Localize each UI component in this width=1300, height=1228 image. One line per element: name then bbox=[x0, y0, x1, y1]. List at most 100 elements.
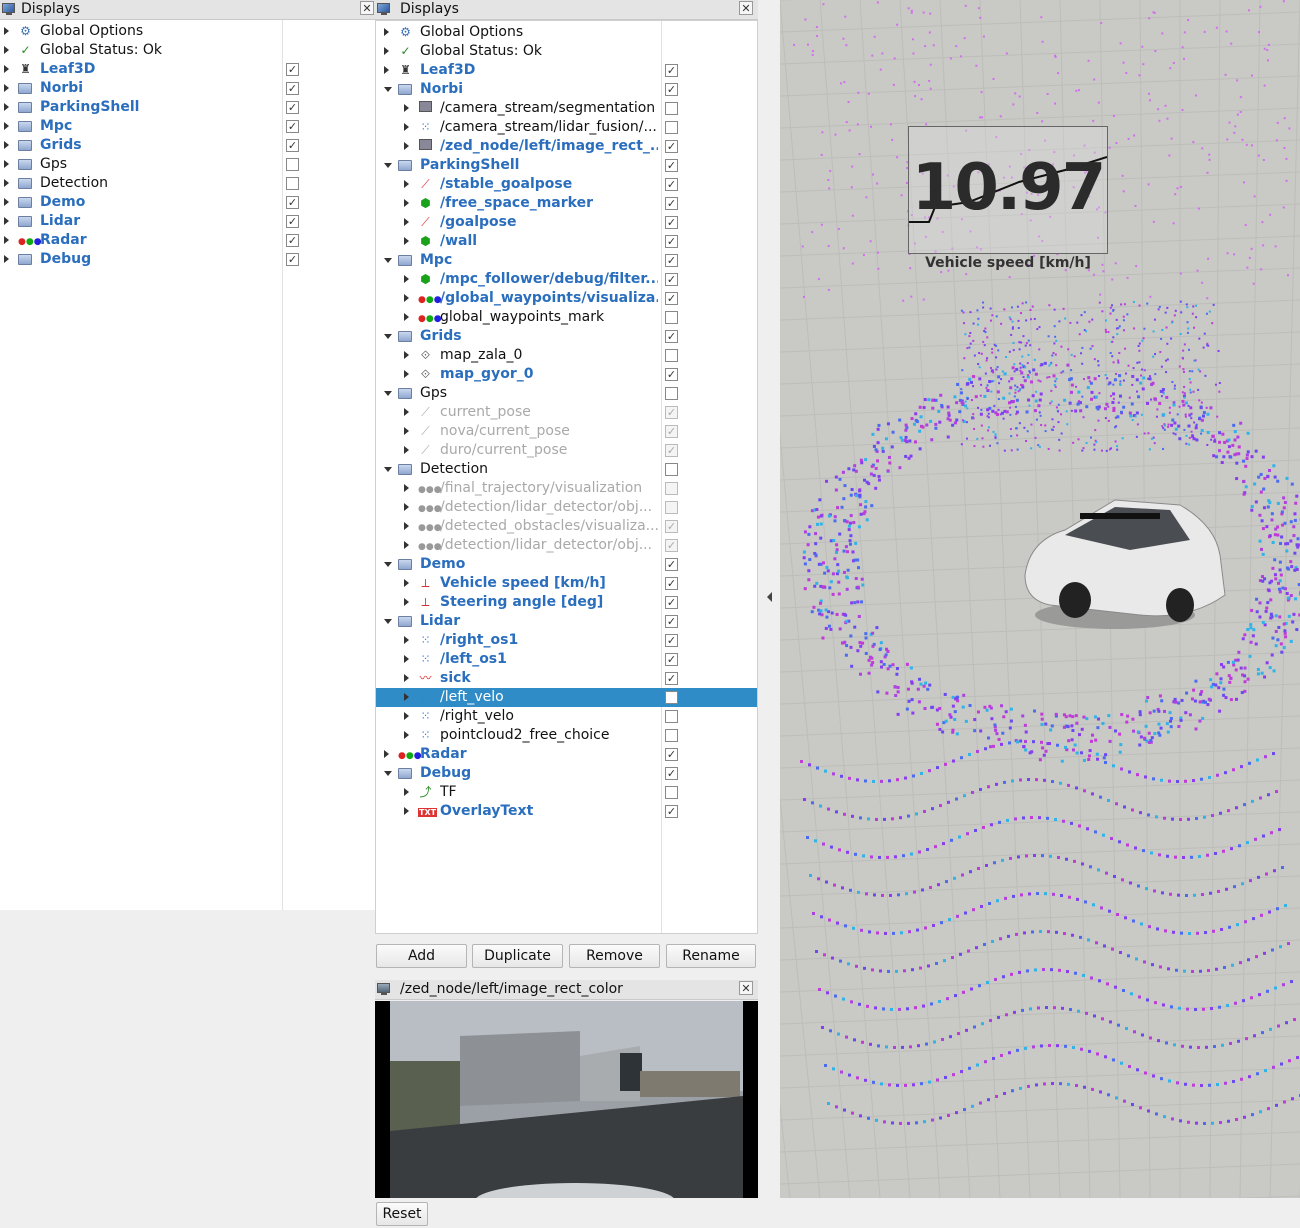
enable-checkbox[interactable] bbox=[665, 786, 678, 799]
enable-checkbox[interactable] bbox=[665, 387, 678, 400]
tree-row[interactable]: Detection bbox=[0, 174, 375, 193]
enable-checkbox[interactable] bbox=[286, 177, 299, 190]
expand-right-icon[interactable] bbox=[404, 370, 409, 378]
enable-checkbox[interactable]: ✓ bbox=[665, 292, 678, 305]
enable-checkbox[interactable] bbox=[665, 710, 678, 723]
enable-checkbox[interactable]: ✓ bbox=[286, 120, 299, 133]
tree-row[interactable]: ●●●/global_waypoints/visualiza... ✓ bbox=[376, 289, 757, 308]
expand-right-icon[interactable] bbox=[404, 351, 409, 359]
enable-checkbox[interactable]: ✓ bbox=[665, 159, 678, 172]
tree-row[interactable]: ⬢ /wall ✓ bbox=[376, 232, 757, 251]
expand-right-icon[interactable] bbox=[384, 750, 389, 758]
enable-checkbox[interactable] bbox=[665, 311, 678, 324]
enable-checkbox[interactable]: ✓ bbox=[665, 539, 678, 552]
tree-row[interactable]: ⟋ current_pose ✓ bbox=[376, 403, 757, 422]
enable-checkbox[interactable] bbox=[665, 482, 678, 495]
enable-checkbox[interactable]: ✓ bbox=[665, 520, 678, 533]
splitter-handle[interactable] bbox=[758, 0, 780, 1198]
enable-checkbox[interactable] bbox=[286, 158, 299, 171]
expand-right-icon[interactable] bbox=[404, 579, 409, 587]
close-icon[interactable]: ✕ bbox=[360, 1, 374, 15]
tree-row[interactable]: ●●●/detection/lidar_detector/obj... ✓ bbox=[376, 536, 757, 555]
tree-row[interactable]: ⟋ /stable_goalpose ✓ bbox=[376, 175, 757, 194]
tree-row[interactable]: ⁙ /left_velo bbox=[376, 688, 757, 707]
tree-row[interactable]: ParkingShell ✓ bbox=[0, 98, 375, 117]
expand-right-icon[interactable] bbox=[4, 46, 9, 54]
enable-checkbox[interactable]: ✓ bbox=[286, 82, 299, 95]
expand-down-icon[interactable] bbox=[384, 562, 392, 567]
enable-checkbox[interactable]: ✓ bbox=[665, 805, 678, 818]
rename-button[interactable]: Rename bbox=[666, 944, 756, 968]
expand-right-icon[interactable] bbox=[404, 693, 409, 701]
tree-row[interactable]: /camera_stream/segmentation bbox=[376, 99, 757, 118]
enable-checkbox[interactable]: ✓ bbox=[665, 558, 678, 571]
collapse-arrow-icon[interactable] bbox=[767, 592, 772, 602]
expand-right-icon[interactable] bbox=[4, 122, 9, 130]
enable-checkbox[interactable]: ✓ bbox=[665, 444, 678, 457]
enable-checkbox[interactable]: ✓ bbox=[286, 253, 299, 266]
enable-checkbox[interactable]: ✓ bbox=[665, 330, 678, 343]
expand-right-icon[interactable] bbox=[4, 65, 9, 73]
enable-checkbox[interactable]: ✓ bbox=[286, 139, 299, 152]
tree-row[interactable]: ✓ Global Status: Ok bbox=[0, 41, 375, 60]
expand-right-icon[interactable] bbox=[404, 218, 409, 226]
tree-row[interactable]: ⁙ pointcloud2_free_choice bbox=[376, 726, 757, 745]
expand-down-icon[interactable] bbox=[384, 258, 392, 263]
tree-row[interactable]: ●●●/detection/lidar_detector/obj... bbox=[376, 498, 757, 517]
expand-right-icon[interactable] bbox=[404, 123, 409, 131]
expand-right-icon[interactable] bbox=[4, 255, 9, 263]
enable-checkbox[interactable] bbox=[665, 121, 678, 134]
expand-down-icon[interactable] bbox=[384, 163, 392, 168]
enable-checkbox[interactable]: ✓ bbox=[665, 748, 678, 761]
tree-row[interactable]: ⟐ map_zala_0 bbox=[376, 346, 757, 365]
close-icon[interactable]: ✕ bbox=[739, 981, 753, 995]
expand-right-icon[interactable] bbox=[4, 103, 9, 111]
tree-row[interactable]: ♜ Leaf3D ✓ bbox=[0, 60, 375, 79]
tree-row[interactable]: Mpc ✓ bbox=[376, 251, 757, 270]
enable-checkbox[interactable]: ✓ bbox=[665, 596, 678, 609]
tree-row[interactable]: ♜ Leaf3D ✓ bbox=[376, 61, 757, 80]
expand-right-icon[interactable] bbox=[4, 236, 9, 244]
tree-row[interactable]: ✓ Global Status: Ok bbox=[376, 42, 757, 61]
tree-row[interactable]: Gps bbox=[376, 384, 757, 403]
enable-checkbox[interactable] bbox=[665, 463, 678, 476]
enable-checkbox[interactable]: ✓ bbox=[665, 653, 678, 666]
enable-checkbox[interactable] bbox=[665, 349, 678, 362]
expand-right-icon[interactable] bbox=[404, 674, 409, 682]
tree-row[interactable]: Demo ✓ bbox=[0, 193, 375, 212]
expand-right-icon[interactable] bbox=[384, 47, 389, 55]
enable-checkbox[interactable]: ✓ bbox=[665, 64, 678, 77]
tree-row[interactable]: ⁙ /left_os1 ✓ bbox=[376, 650, 757, 669]
enable-checkbox[interactable]: ✓ bbox=[665, 254, 678, 267]
tree-row[interactable]: ●●● Radar ✓ bbox=[0, 231, 375, 250]
tree-row[interactable]: ⁙ /right_os1 ✓ bbox=[376, 631, 757, 650]
expand-right-icon[interactable] bbox=[404, 446, 409, 454]
tree-row[interactable]: ●●● Radar ✓ bbox=[376, 745, 757, 764]
tree-row[interactable]: ●●●/detected_obstacles/visualiza... ✓ bbox=[376, 517, 757, 536]
tree-row[interactable]: Norbi ✓ bbox=[376, 80, 757, 99]
expand-right-icon[interactable] bbox=[4, 217, 9, 225]
tree-row[interactable]: /zed_node/left/image_rect_... ✓ bbox=[376, 137, 757, 156]
enable-checkbox[interactable] bbox=[665, 729, 678, 742]
expand-right-icon[interactable] bbox=[404, 712, 409, 720]
expand-right-icon[interactable] bbox=[404, 541, 409, 549]
expand-right-icon[interactable] bbox=[4, 179, 9, 187]
expand-right-icon[interactable] bbox=[404, 427, 409, 435]
expand-right-icon[interactable] bbox=[404, 142, 409, 150]
tree-row[interactable]: Gps bbox=[0, 155, 375, 174]
enable-checkbox[interactable]: ✓ bbox=[665, 140, 678, 153]
enable-checkbox[interactable] bbox=[665, 501, 678, 514]
expand-down-icon[interactable] bbox=[384, 467, 392, 472]
expand-right-icon[interactable] bbox=[404, 408, 409, 416]
tree-row[interactable]: Lidar ✓ bbox=[376, 612, 757, 631]
tree-row[interactable]: Grids ✓ bbox=[0, 136, 375, 155]
expand-right-icon[interactable] bbox=[404, 788, 409, 796]
enable-checkbox[interactable] bbox=[665, 691, 678, 704]
tree-row[interactable]: Norbi ✓ bbox=[0, 79, 375, 98]
enable-checkbox[interactable]: ✓ bbox=[665, 216, 678, 229]
tree-row[interactable]: 〰 sick ✓ bbox=[376, 669, 757, 688]
tree-row[interactable]: ⚙ Global Options bbox=[376, 23, 757, 42]
tree-row[interactable]: ⬢ /mpc_follower/debug/filter... ✓ bbox=[376, 270, 757, 289]
reset-button[interactable]: Reset bbox=[376, 1202, 428, 1226]
tree-row[interactable]: ⟐ map_gyor_0 ✓ bbox=[376, 365, 757, 384]
